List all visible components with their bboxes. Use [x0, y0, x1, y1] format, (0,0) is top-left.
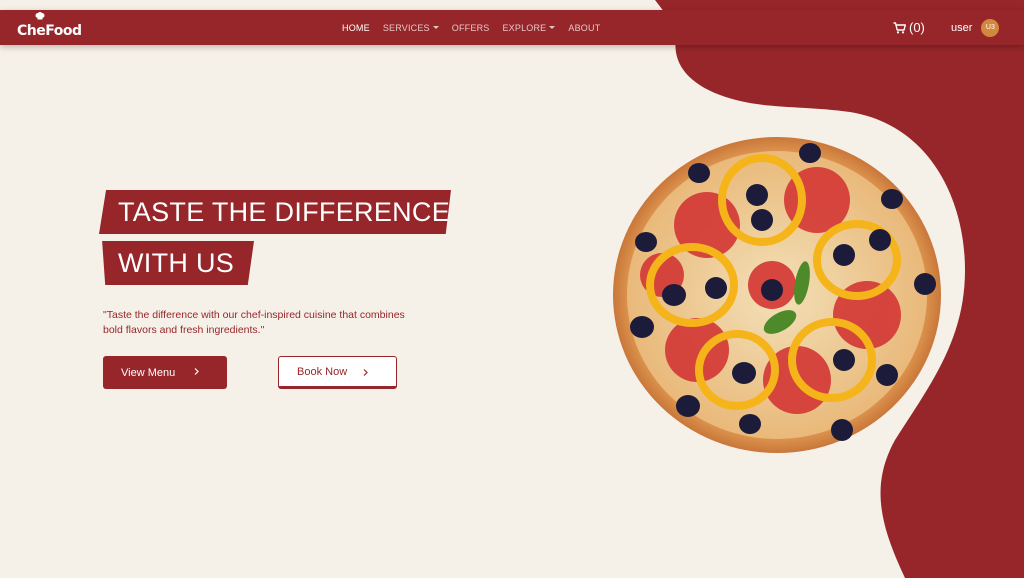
avatar: U3	[981, 18, 1000, 37]
cart-button[interactable]: (0)	[893, 10, 925, 45]
caret-down-icon	[549, 26, 556, 29]
page: CheFood HOME SERVICES OFFERS EXPLORE ABO…	[0, 0, 1024, 578]
user-name: user	[951, 21, 973, 34]
pizza-image	[613, 137, 941, 453]
nav-item-offers[interactable]: OFFERS	[452, 23, 490, 33]
user-menu[interactable]: user U3	[951, 10, 1000, 45]
nav-item-explore[interactable]: EXPLORE	[502, 23, 556, 33]
nav-item-services[interactable]: SERVICES	[383, 23, 439, 33]
cart-icon	[893, 21, 906, 33]
nav-menu: HOME SERVICES OFFERS EXPLORE ABOUT	[342, 10, 600, 45]
chef-hat-icon	[35, 12, 45, 20]
hero-tagline: "Taste the difference with our chef-insp…	[103, 309, 405, 336]
cart-count: (0)	[909, 20, 925, 35]
headline-line-2: WITH US	[102, 241, 254, 285]
nav-item-about[interactable]: ABOUT	[568, 23, 600, 33]
brand-logo[interactable]: CheFood	[17, 12, 82, 39]
navbar: CheFood HOME SERVICES OFFERS EXPLORE ABO…	[0, 10, 1024, 45]
nav-item-home[interactable]: HOME	[342, 23, 370, 33]
chevron-right-icon	[363, 369, 368, 376]
headline-line-1: TASTE THE DIFFERENCE	[99, 190, 451, 234]
view-menu-button[interactable]: View Menu	[103, 356, 227, 389]
caret-down-icon	[432, 26, 439, 29]
chevron-right-icon	[194, 368, 199, 375]
brand-name: CheFood	[17, 23, 82, 39]
book-now-button[interactable]: Book Now	[278, 356, 397, 389]
